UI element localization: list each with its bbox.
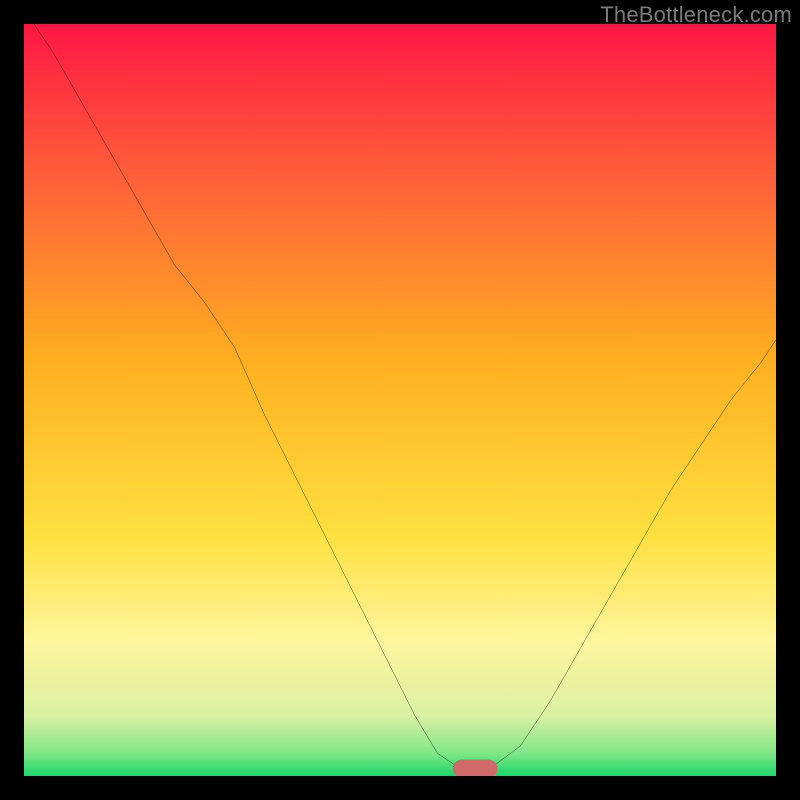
chart-frame: TheBottleneck.com bbox=[0, 0, 800, 800]
plot-area bbox=[24, 24, 776, 776]
optimal-marker bbox=[453, 759, 498, 776]
bottleneck-chart bbox=[24, 24, 776, 776]
gradient-background bbox=[24, 24, 776, 776]
